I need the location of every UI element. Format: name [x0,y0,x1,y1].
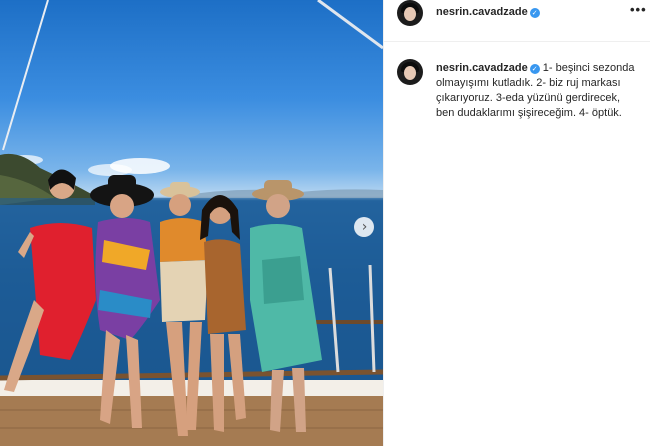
verified-badge-icon: ✓ [529,64,540,74]
chevron-right-icon: › [361,219,368,235]
header-username-text: nesrin.cavadzade [436,6,528,18]
more-options-icon[interactable]: ••• [630,2,647,17]
instagram-post: › nesrin.cavadzade ✓ ••• nesrin.cavadzade… [0,0,650,446]
avatar[interactable] [397,0,423,26]
post-caption: nesrin.cavadzade ✓ 1- beşinci sezonda olm… [436,61,636,121]
header-username[interactable]: nesrin.cavadzade ✓ [436,6,540,18]
photo-illustration [0,0,383,446]
caption-avatar[interactable] [397,59,423,85]
post-sidebar: nesrin.cavadzade ✓ ••• nesrin.cavadzade ✓ … [383,0,650,446]
post-header: nesrin.cavadzade ✓ ••• [384,0,650,42]
next-photo-button[interactable]: › [354,217,374,237]
post-photo[interactable]: › [0,0,383,446]
caption-username[interactable]: nesrin.cavadzade ✓ [436,62,540,74]
verified-badge-icon: ✓ [529,8,540,18]
